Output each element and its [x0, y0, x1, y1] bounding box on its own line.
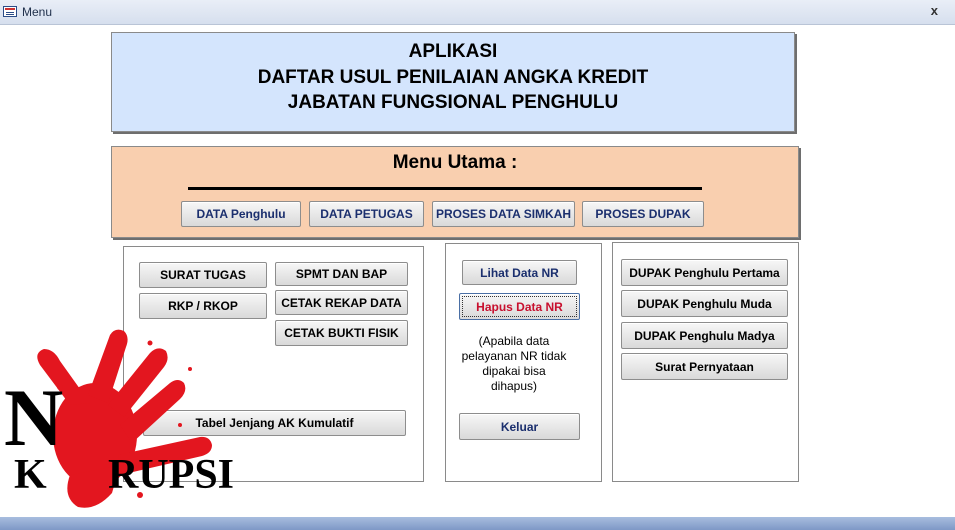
note-line: dipakai bisa: [482, 364, 546, 378]
status-bar: [0, 517, 955, 530]
menu-title: Menu Utama :: [392, 152, 518, 173]
note-line: pelayanan NR tidak: [461, 349, 567, 363]
note-line: (Apabila data: [478, 334, 550, 348]
app-header: APLIKASI DAFTAR USUL PENILAIAN ANGKA KRE…: [111, 32, 795, 132]
cetak-rekap-data-button[interactable]: CETAK REKAP DATA: [275, 290, 408, 315]
rkp-rkop-button[interactable]: RKP / RKOP: [139, 293, 267, 319]
header-line-2: DAFTAR USUL PENILAIAN ANGKA KREDIT: [257, 67, 649, 88]
hapus-data-nr-button[interactable]: Hapus Data NR: [459, 293, 580, 320]
dupak-madya-button[interactable]: DUPAK Penghulu Madya: [621, 322, 788, 349]
logo-letters-rupsi: RUPSI: [108, 452, 234, 498]
dupak-muda-button[interactable]: DUPAK Penghulu Muda: [621, 290, 788, 317]
logo-letter-n: N: [4, 372, 63, 463]
dupak-pertama-button[interactable]: DUPAK Penghulu Pertama: [621, 259, 788, 286]
data-petugas-button[interactable]: DATA PETUGAS: [309, 201, 424, 227]
menu-divider: [188, 187, 702, 190]
header-line-3: JABATAN FUNGSIONAL PENGHULU: [287, 92, 619, 113]
logo-letter-k: K: [14, 452, 47, 498]
data-penghulu-button[interactable]: DATA Penghulu: [181, 201, 301, 227]
proses-data-simkah-button[interactable]: PROSES DATA SIMKAH: [432, 201, 575, 227]
proses-dupak-button[interactable]: PROSES DUPAK: [582, 201, 704, 227]
cetak-bukti-fisik-button[interactable]: CETAK BUKTI FISIK: [275, 320, 408, 346]
form-icon: [3, 6, 17, 17]
lihat-data-nr-button[interactable]: Lihat Data NR: [462, 260, 577, 285]
window-title: Menu: [22, 5, 53, 19]
keluar-button[interactable]: Keluar: [459, 413, 580, 440]
hapus-note: (Apabila data pelayanan NR tidak dipakai…: [456, 334, 572, 394]
header-line-1: APLIKASI: [408, 41, 498, 62]
surat-pernyataan-button[interactable]: Surat Pernyataan: [621, 353, 788, 380]
surat-tugas-button[interactable]: SURAT TUGAS: [139, 262, 267, 288]
window-titlebar: Menu x: [0, 0, 955, 25]
note-line: dihapus): [490, 379, 538, 393]
close-icon[interactable]: x: [931, 3, 938, 18]
no-korupsi-logo: N K RUPSI: [4, 329, 234, 508]
spmt-dan-bap-button[interactable]: SPMT DAN BAP: [275, 262, 408, 286]
